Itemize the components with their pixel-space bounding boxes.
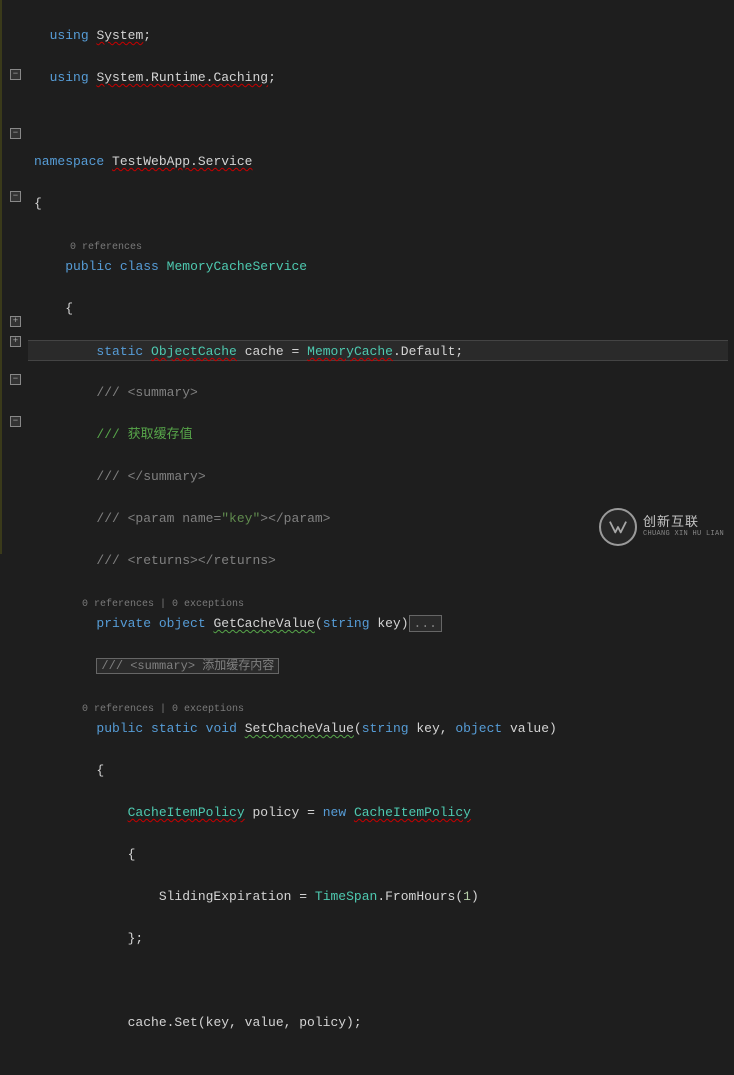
watermark-logo-icon (599, 508, 637, 546)
code-line: /// </summary> (34, 466, 728, 487)
fold-summary-icon[interactable]: − (10, 191, 21, 202)
watermark-text-cn: 创新互联 (643, 516, 724, 531)
codelens[interactable]: 0 references (34, 242, 142, 253)
fold-class-icon[interactable]: − (10, 128, 21, 139)
code-line (34, 970, 728, 991)
code-line: using System.Runtime.Caching; (34, 67, 728, 88)
code-area[interactable]: using System; using System.Runtime.Cachi… (28, 0, 734, 554)
fold-method1-icon[interactable]: + (10, 316, 21, 327)
code-line: SlidingExpiration = TimeSpan.FromHours(1… (34, 886, 728, 907)
fold-namespace-icon[interactable]: − (10, 69, 21, 80)
code-line (34, 109, 728, 130)
codelens[interactable]: 0 references | 0 exceptions (34, 599, 244, 610)
code-line: namespace TestWebApp.Service (34, 151, 728, 172)
code-line: { (34, 298, 728, 319)
gutter: − − − + + − − (0, 0, 28, 554)
code-line: public class MemoryCacheService (34, 256, 728, 277)
code-line: /// <summary> 添加缓存内容 (34, 655, 728, 676)
code-line: /// <summary> (34, 382, 728, 403)
code-line: { (34, 760, 728, 781)
code-line: using System; (34, 25, 728, 46)
collapsed-summary[interactable]: /// <summary> 添加缓存内容 (96, 658, 279, 674)
watermark: 创新互联 CHUANG XIN HU LIAN (599, 508, 724, 546)
fold-initializer-icon[interactable]: − (10, 416, 21, 427)
codelens[interactable]: 0 references | 0 exceptions (34, 704, 244, 715)
code-line: private object GetCacheValue(string key)… (34, 613, 728, 634)
code-editor[interactable]: − − − + + − − using System; using System… (0, 0, 734, 554)
code-line: { (34, 844, 728, 865)
code-line: }; (34, 928, 728, 949)
code-line: public static void SetChacheValue(string… (34, 718, 728, 739)
collapsed-indicator[interactable]: ... (409, 615, 442, 632)
code-line: CacheItemPolicy policy = new CacheItemPo… (34, 802, 728, 823)
code-line: /// <returns></returns> (34, 550, 728, 571)
fold-method2-icon[interactable]: − (10, 374, 21, 385)
code-line: { (34, 193, 728, 214)
fold-summary2-icon[interactable]: + (10, 336, 21, 347)
code-line: /// 获取缓存值 (34, 424, 728, 445)
code-line-active: static ObjectCache cache = MemoryCache.D… (28, 340, 728, 361)
code-line: cache.Set(key, value, policy); (34, 1012, 728, 1033)
watermark-text-en: CHUANG XIN HU LIAN (643, 530, 724, 538)
